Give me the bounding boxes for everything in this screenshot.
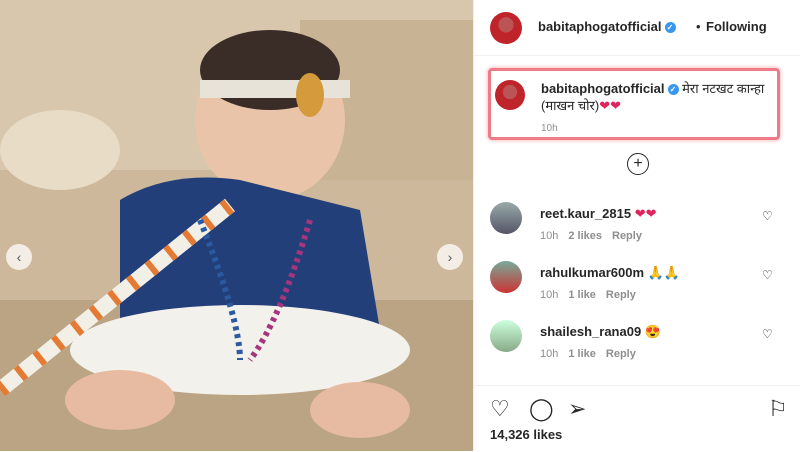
username-link[interactable]: babitaphogatofficial ✓ <box>538 19 676 34</box>
caption: babitaphogatofficial ✓ मेरा नटखट कान्हा (… <box>541 80 771 114</box>
comment-username[interactable]: reet.kaur_2815 <box>540 206 631 221</box>
likes-count[interactable]: 14,326 likes <box>490 427 562 442</box>
avatar[interactable] <box>490 320 522 352</box>
comment-username[interactable]: shailesh_rana09 <box>540 324 641 339</box>
avatar[interactable] <box>490 202 522 234</box>
comment-icon[interactable]: ◯ <box>529 396 554 422</box>
verified-icon: ✓ <box>664 22 676 34</box>
like-comment-icon[interactable]: ♡ <box>762 209 773 223</box>
post-header: babitaphogatofficial ✓ • Following <box>474 0 800 56</box>
comment-likes[interactable]: 1 like <box>568 348 596 360</box>
like-comment-icon[interactable]: ♡ <box>762 268 773 282</box>
reply-button[interactable]: Reply <box>606 289 636 301</box>
action-bar: ♡ ◯ ➢ ⚐ 14,326 likes <box>474 385 800 452</box>
comment-time: 10h <box>540 348 559 360</box>
following-button[interactable]: Following <box>706 19 767 34</box>
separator-dot: • <box>696 19 701 34</box>
comment-username[interactable]: rahulkumar600m <box>540 265 644 280</box>
comment-item: rahulkumar600m 🙏🙏 10h 1 like Reply ♡ <box>474 261 800 311</box>
carousel-prev-button[interactable]: ‹ <box>6 244 32 270</box>
comment-text: 😍 <box>644 324 661 339</box>
caption-timestamp: 10h <box>541 123 558 134</box>
reply-button[interactable]: Reply <box>612 230 642 242</box>
bookmark-icon[interactable]: ⚐ <box>768 396 788 422</box>
carousel-next-button[interactable]: › <box>437 244 463 270</box>
avatar[interactable] <box>490 12 522 44</box>
comment-likes[interactable]: 1 like <box>568 289 596 301</box>
comment-likes[interactable]: 2 likes <box>568 230 602 242</box>
like-comment-icon[interactable]: ♡ <box>762 327 773 341</box>
comment-text: 🙏🙏 <box>647 265 681 280</box>
post-side-panel: babitaphogatofficial ✓ • Following babita… <box>473 0 800 451</box>
share-icon[interactable]: ➢ <box>568 396 586 422</box>
comment-time: 10h <box>540 289 559 301</box>
comment-item: reet.kaur_2815 ❤❤ 10h 2 likes Reply ♡ <box>474 202 800 252</box>
caption-highlight: babitaphogatofficial ✓ मेरा नटखट कान्हा (… <box>488 68 780 140</box>
reply-button[interactable]: Reply <box>606 348 636 360</box>
avatar[interactable] <box>495 80 525 110</box>
heart-emoji: ❤❤ <box>599 98 621 113</box>
load-more-comments-icon[interactable]: + <box>627 153 649 175</box>
post-image: ‹ › <box>0 0 473 451</box>
baby-photo <box>0 0 473 451</box>
comment-time: 10h <box>540 230 559 242</box>
verified-icon: ✓ <box>667 84 679 96</box>
caption-username[interactable]: babitaphogatofficial ✓ <box>541 81 679 96</box>
comment-item: shailesh_rana09 😍 10h 1 like Reply ♡ <box>474 320 800 370</box>
comment-text: ❤❤ <box>634 206 657 221</box>
avatar[interactable] <box>490 261 522 293</box>
heart-icon[interactable]: ♡ <box>490 396 510 422</box>
